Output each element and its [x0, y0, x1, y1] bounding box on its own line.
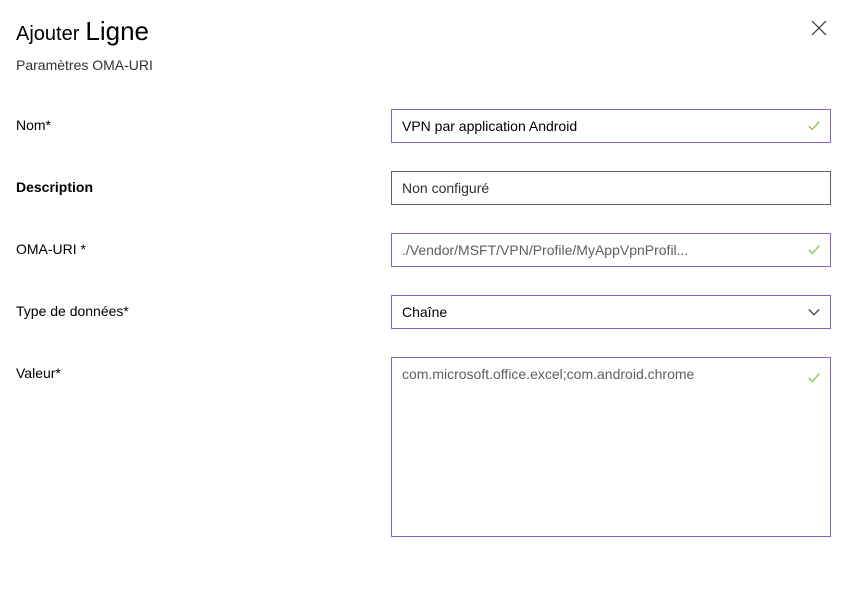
close-icon	[811, 20, 827, 39]
panel-title: Ajouter Ligne	[16, 16, 153, 47]
name-input[interactable]	[391, 109, 831, 143]
description-input[interactable]	[391, 171, 831, 205]
data-type-value: Chaîne	[402, 302, 796, 322]
description-label: Description	[16, 171, 391, 195]
title-add: Ajouter	[16, 23, 79, 46]
data-type-select[interactable]: Chaîne	[391, 295, 831, 329]
close-button[interactable]	[807, 16, 831, 43]
oma-uri-label: OMA-URI *	[16, 233, 391, 257]
title-block: Ajouter Ligne Paramètres OMA-URI	[16, 16, 153, 73]
oma-uri-input[interactable]	[391, 233, 831, 267]
panel-subtitle: Paramètres OMA-URI	[16, 57, 153, 73]
name-label: Nom*	[16, 109, 391, 133]
form: Nom* Description OMA-URI *	[16, 109, 831, 540]
title-row: Ligne	[85, 16, 149, 47]
value-label: Valeur*	[16, 357, 391, 381]
data-type-label: Type de données*	[16, 295, 391, 319]
value-textarea[interactable]	[391, 357, 831, 537]
